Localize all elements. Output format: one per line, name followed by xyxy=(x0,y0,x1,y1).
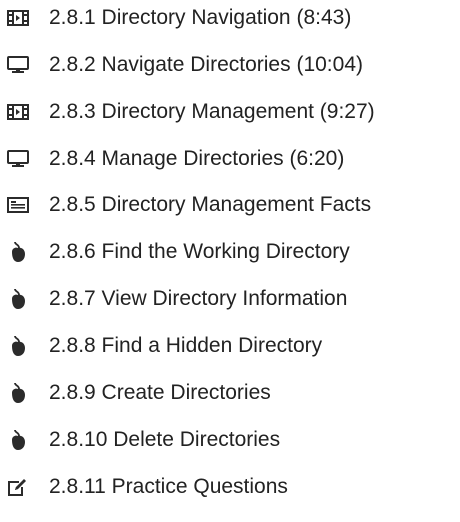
quiz-checkbox-icon xyxy=(7,476,29,498)
lesson-item-label: 2.8.10 Delete Directories xyxy=(49,428,281,451)
lab-mouse-icon xyxy=(7,288,29,310)
lesson-item-2-8-6[interactable]: 2.8.6 Find the Working Directory xyxy=(0,236,350,268)
lab-mouse-icon xyxy=(7,429,29,451)
demo-monitor-icon xyxy=(7,148,29,170)
lesson-list: 2.8.1 Directory Navigation (8:43) 2.8.2 … xyxy=(0,0,460,522)
lesson-item-label: 2.8.9 Create Directories xyxy=(49,381,271,404)
facts-document-icon xyxy=(7,194,29,216)
lesson-item-2-8-10[interactable]: 2.8.10 Delete Directories xyxy=(0,424,280,456)
lesson-item-label: 2.8.3 Directory Management (9:27) xyxy=(49,100,375,123)
video-icon xyxy=(7,7,29,29)
lesson-item-2-8-4[interactable]: 2.8.4 Manage Directories (6:20) xyxy=(0,143,344,175)
lesson-item-2-8-3[interactable]: 2.8.3 Directory Management (9:27) xyxy=(0,96,375,128)
lesson-item-label: 2.8.6 Find the Working Directory xyxy=(49,240,350,263)
lesson-item-label: 2.8.2 Navigate Directories (10:04) xyxy=(49,53,363,76)
lesson-item-2-8-7[interactable]: 2.8.7 View Directory Information xyxy=(0,283,347,315)
lesson-item-label: 2.8.8 Find a Hidden Directory xyxy=(49,334,323,357)
lesson-item-2-8-5[interactable]: 2.8.5 Directory Management Facts xyxy=(0,189,371,221)
video-icon xyxy=(7,101,29,123)
demo-monitor-icon xyxy=(7,54,29,76)
lesson-item-label: 2.8.5 Directory Management Facts xyxy=(49,193,372,216)
lesson-item-2-8-11[interactable]: 2.8.11 Practice Questions xyxy=(0,471,288,503)
lesson-item-2-8-2[interactable]: 2.8.2 Navigate Directories (10:04) xyxy=(0,49,363,81)
lab-mouse-icon xyxy=(7,335,29,357)
lesson-item-label: 2.8.7 View Directory Information xyxy=(49,287,348,310)
lesson-item-2-8-1[interactable]: 2.8.1 Directory Navigation (8:43) xyxy=(0,2,351,34)
lab-mouse-icon xyxy=(7,382,29,404)
lesson-item-2-8-9[interactable]: 2.8.9 Create Directories xyxy=(0,377,271,409)
lesson-item-2-8-8[interactable]: 2.8.8 Find a Hidden Directory xyxy=(0,330,322,362)
lesson-item-label: 2.8.1 Directory Navigation (8:43) xyxy=(49,6,352,29)
lesson-item-label: 2.8.4 Manage Directories (6:20) xyxy=(49,147,345,170)
lesson-item-label: 2.8.11 Practice Questions xyxy=(49,475,288,498)
lab-mouse-icon xyxy=(7,241,29,263)
